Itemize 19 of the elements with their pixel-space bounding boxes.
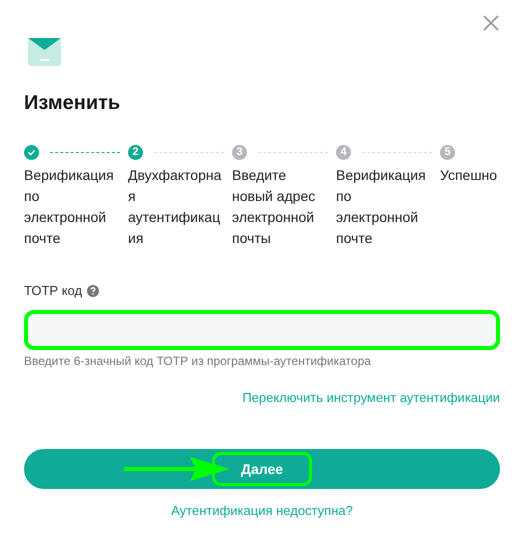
step-number: 2 — [128, 144, 143, 160]
field-hint: Введите 6-значный код ТОТР из программы-аутентификатора — [24, 354, 372, 368]
totp-code-field[interactable] — [24, 310, 500, 350]
step-label: Введите новый адрес электронной почты — [232, 166, 316, 248]
auth-unavailable-link[interactable]: Аутентификация недоступна? — [171, 503, 353, 518]
step-number: 5 — [440, 144, 455, 160]
step-label: Успешно — [440, 166, 498, 185]
field-label: ТОТР код — [24, 283, 82, 298]
step-number: 4 — [336, 144, 351, 160]
switch-method-link[interactable]: Переключить инструмент аутентификации — [242, 390, 500, 405]
next-button[interactable]: Далее — [24, 449, 500, 489]
step-label: Верификация по электронной почте — [24, 166, 115, 248]
envelope-icon — [28, 38, 61, 66]
step-label: Двухфакторная аутентификация — [128, 166, 222, 248]
step-number: 3 — [232, 144, 247, 160]
dialog-title: Изменить — [24, 92, 122, 115]
close-button[interactable] — [482, 14, 500, 32]
step-label: Верификация по электронной почте — [336, 166, 427, 248]
help-icon[interactable] — [87, 284, 100, 296]
